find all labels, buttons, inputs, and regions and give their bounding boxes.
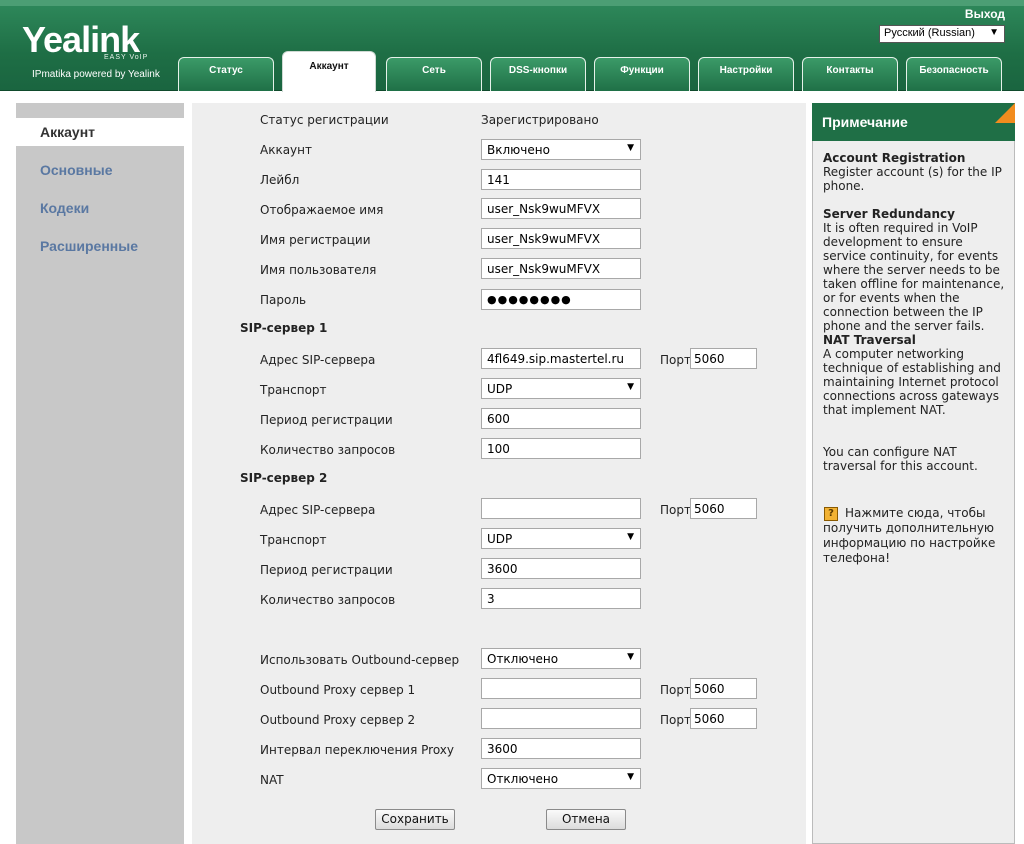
help-link[interactable]: Нажмите сюда, чтобы получить дополнитель… — [823, 506, 1007, 566]
proxy2-label: Outbound Proxy сервер 2 — [260, 713, 416, 727]
note-nat-config: You can configure NAT traversal for this… — [823, 445, 1007, 473]
sidebar-item-advanced[interactable]: Расширенные — [16, 232, 184, 260]
chevron-down-icon: ▼ — [627, 652, 634, 662]
note-text: It is often required in VoIP development… — [823, 221, 1005, 333]
label-label: Лейбл — [260, 173, 300, 187]
sip1-transport-label: Транспорт — [260, 383, 327, 397]
reg-status-value: Зарегистрировано — [481, 113, 599, 127]
sip2-transport-value: UDP — [487, 532, 513, 546]
chevron-down-icon: ▼ — [627, 772, 634, 782]
sip1-address-input[interactable]: 4fl649.sip.mastertel.ru — [481, 348, 641, 369]
note-text: A computer networking technique of estab… — [823, 347, 1001, 417]
register-name-input[interactable]: user_Nsk9wuMFVX — [481, 228, 641, 249]
sip2-transport-select[interactable]: UDP ▼ — [481, 528, 641, 549]
note-heading: Server Redundancy — [823, 207, 955, 221]
page: Yealink EASY VoIP IPmatika powered by Ye… — [0, 0, 1024, 844]
tab-account[interactable]: Аккаунт — [282, 51, 376, 92]
sip1-period-input[interactable]: 600 — [481, 408, 641, 429]
save-button[interactable]: Сохранить — [375, 809, 455, 830]
sip2-period-label: Период регистрации — [260, 563, 393, 577]
note-account-registration: Account Registration Register account (s… — [823, 151, 1007, 193]
sip2-retry-input[interactable]: 3 — [481, 588, 641, 609]
nat-value: Отключено — [487, 772, 559, 786]
proxy1-label: Outbound Proxy сервер 1 — [260, 683, 416, 697]
brand-logo: Yealink — [22, 19, 140, 60]
sip1-address-label: Адрес SIP-сервера — [260, 353, 376, 367]
sip2-port-input[interactable]: 5060 — [690, 498, 757, 519]
label-input[interactable]: 141 — [481, 169, 641, 190]
help-book-icon[interactable]: ? — [824, 507, 838, 521]
nat-label: NAT — [260, 773, 284, 787]
note-nat-traversal: NAT Traversal A computer networking tech… — [823, 333, 1007, 417]
proxy2-input[interactable] — [481, 708, 641, 729]
sip1-port-input[interactable]: 5060 — [690, 348, 757, 369]
brand-tagline: EASY VoIP — [104, 54, 149, 61]
chevron-down-icon: ▼ — [627, 532, 634, 542]
sidebar-item-basic[interactable]: Основные — [16, 156, 184, 184]
note-title: Примечание — [812, 103, 1015, 141]
proxy1-input[interactable] — [481, 678, 641, 699]
reg-status-label: Статус регистрации — [260, 113, 389, 127]
account-enable-value: Включено — [487, 143, 550, 157]
sip2-address-label: Адрес SIP-сервера — [260, 503, 376, 517]
password-label: Пароль — [260, 293, 307, 307]
proxy-interval-input[interactable]: 3600 — [481, 738, 641, 759]
corner-fold-icon — [995, 103, 1015, 123]
cancel-button[interactable]: Отмена — [546, 809, 626, 830]
sip2-address-input[interactable] — [481, 498, 641, 519]
chevron-down-icon: ▼ — [627, 382, 634, 392]
tab-features[interactable]: Функции — [594, 57, 690, 91]
username-input[interactable]: user_Nsk9wuMFVX — [481, 258, 641, 279]
account-enable-label: Аккаунт — [260, 143, 312, 157]
proxy2-port-input[interactable]: 5060 — [690, 708, 757, 729]
sip-server-2-title: SIP-сервер 2 — [240, 471, 328, 485]
sidebar-item-account[interactable]: Аккаунт — [16, 118, 192, 146]
header-shade — [0, 0, 1024, 6]
chevron-down-icon: ▼ — [627, 143, 634, 153]
display-name-input[interactable]: user_Nsk9wuMFVX — [481, 198, 641, 219]
tab-status[interactable]: Статус — [178, 57, 274, 91]
display-name-label: Отображаемое имя — [260, 203, 384, 217]
tab-dss-keys[interactable]: DSS-кнопки — [490, 57, 586, 91]
note-heading: Account Registration — [823, 151, 966, 165]
sip2-period-input[interactable]: 3600 — [481, 558, 641, 579]
proxy1-port-label: Порт — [660, 683, 691, 697]
chevron-down-icon: ▼ — [989, 27, 999, 38]
password-input[interactable]: ●●●●●●●● — [481, 289, 641, 310]
note-text: Register account (s) for the IP phone. — [823, 165, 1002, 193]
language-select[interactable]: Русский (Russian) ▼ — [879, 25, 1005, 43]
sip2-retry-label: Количество запросов — [260, 593, 396, 607]
sip1-port-label: Порт — [660, 353, 691, 367]
language-value: Русский (Russian) — [884, 27, 975, 39]
sip1-transport-select[interactable]: UDP ▼ — [481, 378, 641, 399]
brand-subtitle: IPmatika powered by Yealink — [32, 69, 160, 80]
proxy2-port-label: Порт — [660, 713, 691, 727]
sip-server-1-title: SIP-сервер 1 — [240, 321, 328, 335]
tab-security[interactable]: Безопасность — [906, 57, 1002, 91]
sip1-period-label: Период регистрации — [260, 413, 393, 427]
sip1-transport-value: UDP — [487, 382, 513, 396]
sip2-port-label: Порт — [660, 503, 691, 517]
outbound-enable-value: Отключено — [487, 652, 559, 666]
tab-network[interactable]: Сеть — [386, 57, 482, 91]
username-label: Имя пользователя — [260, 263, 377, 277]
sip2-transport-label: Транспорт — [260, 533, 327, 547]
sidebar-item-codecs[interactable]: Кодеки — [16, 194, 184, 222]
note-text: You can configure NAT traversal for this… — [823, 445, 978, 473]
tab-settings[interactable]: Настройки — [698, 57, 794, 91]
tab-contacts[interactable]: Контакты — [802, 57, 898, 91]
sip1-retry-input[interactable]: 100 — [481, 438, 641, 459]
nat-select[interactable]: Отключено ▼ — [481, 768, 641, 789]
outbound-enable-select[interactable]: Отключено ▼ — [481, 648, 641, 669]
note-server-redundancy: Server Redundancy It is often required i… — [823, 207, 1007, 333]
sip1-retry-label: Количество запросов — [260, 443, 396, 457]
account-enable-select[interactable]: Включено ▼ — [481, 139, 641, 160]
register-name-label: Имя регистрации — [260, 233, 371, 247]
proxy-interval-label: Интервал переключения Proxy — [260, 743, 454, 757]
outbound-enable-label: Использовать Outbound-сервер — [260, 653, 460, 667]
note-heading: NAT Traversal — [823, 333, 916, 347]
logout-link[interactable]: Выход — [965, 7, 1005, 21]
proxy1-port-input[interactable]: 5060 — [690, 678, 757, 699]
